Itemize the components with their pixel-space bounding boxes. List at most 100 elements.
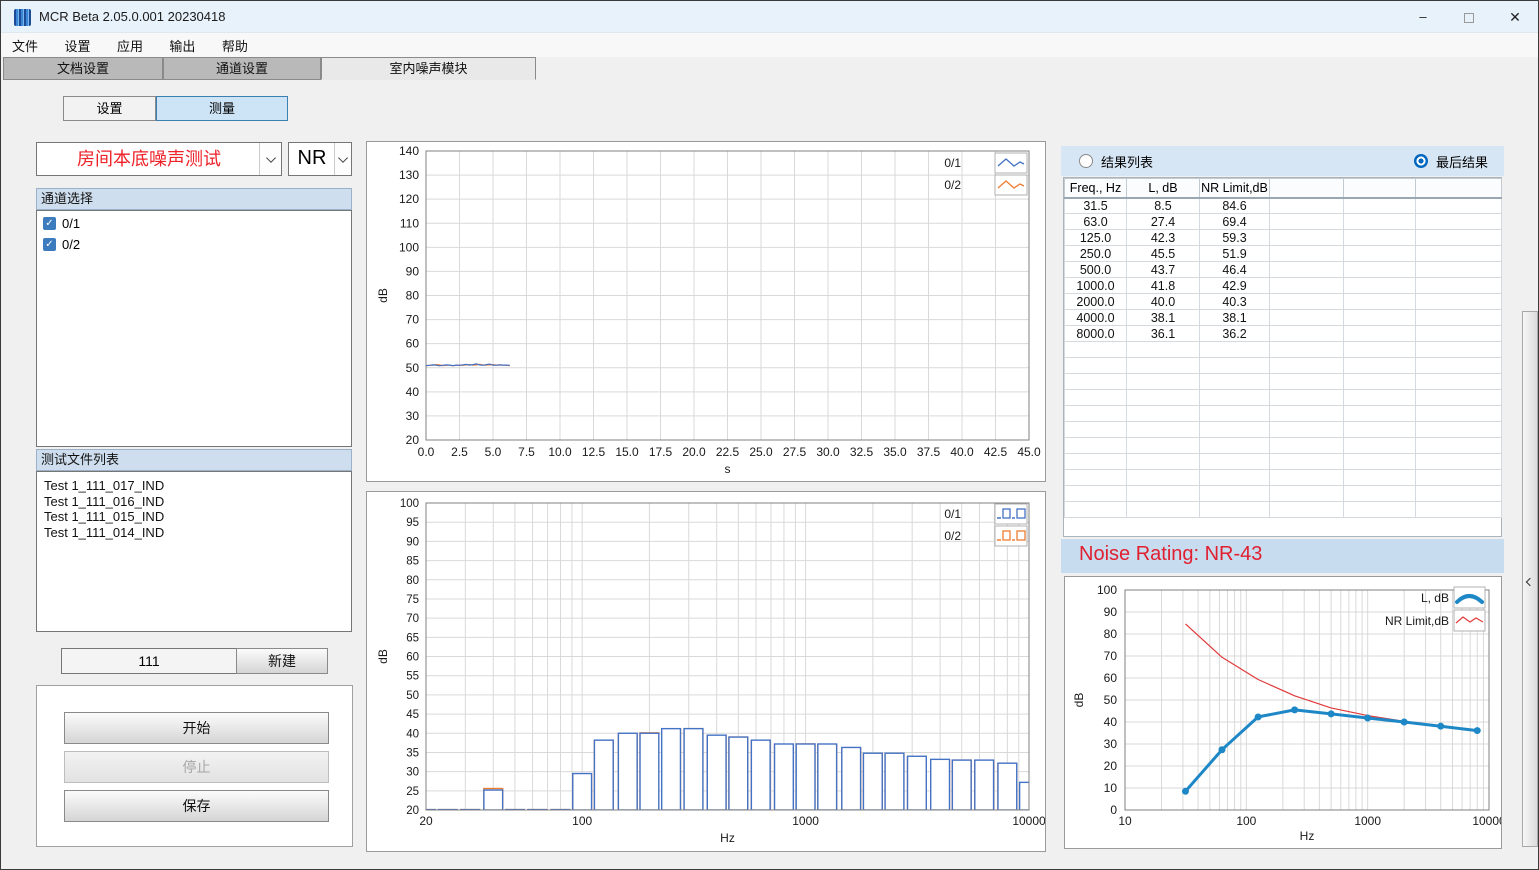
save-button[interactable]: 保存 [64, 790, 329, 822]
file-prefix-input[interactable] [61, 648, 237, 674]
subtab-settings[interactable]: 设置 [63, 96, 156, 121]
test-file-item[interactable]: Test 1_111_017_IND [37, 478, 351, 494]
test-file-item[interactable]: Test 1_111_016_IND [37, 494, 351, 510]
svg-text:0/1: 0/1 [944, 507, 961, 521]
dropdown-arrow-button[interactable] [334, 143, 351, 175]
svg-text:50: 50 [406, 690, 419, 702]
channel-list[interactable]: ✓0/1✓0/2 [36, 210, 352, 447]
svg-text:20: 20 [406, 805, 419, 817]
table-row [1065, 486, 1502, 502]
table-cell [1270, 390, 1344, 406]
menu-file[interactable]: 文件 [1, 33, 49, 58]
svg-text:0.0: 0.0 [418, 445, 435, 459]
svg-text:7.5: 7.5 [518, 445, 535, 459]
tab-document-settings[interactable]: 文档设置 [3, 57, 163, 80]
checkbox-checked-icon[interactable]: ✓ [43, 217, 56, 230]
nr-rating-chart: 010203040506070809010010100100010000HzdB… [1065, 577, 1501, 848]
new-button[interactable]: 新建 [236, 648, 328, 674]
table-cell: 59.3 [1200, 230, 1270, 246]
table-row [1065, 358, 1502, 374]
table-cell [1065, 374, 1127, 390]
svg-text:20.0: 20.0 [682, 445, 706, 459]
table-cell: 125.0 [1065, 230, 1127, 246]
radio-last-result[interactable]: 最后结果 [1414, 146, 1488, 176]
table-cell [1065, 422, 1127, 438]
test-file-item[interactable]: Test 1_111_015_IND [37, 509, 351, 525]
table-cell [1416, 326, 1502, 342]
table-cell [1344, 230, 1416, 246]
table-row: 500.043.746.4 [1065, 262, 1502, 278]
menu-help[interactable]: 帮助 [211, 33, 259, 58]
svg-text:50: 50 [406, 361, 420, 375]
table-cell [1127, 486, 1200, 502]
table-cell: 43.7 [1127, 262, 1200, 278]
table-cell: 31.5 [1065, 198, 1127, 214]
table-cell [1416, 246, 1502, 262]
radio-icon[interactable] [1079, 154, 1093, 168]
test-file-list[interactable]: Test 1_111_017_INDTest 1_111_016_INDTest… [36, 471, 352, 632]
svg-text:40.0: 40.0 [950, 445, 974, 459]
tab-channel-settings[interactable]: 通道设置 [163, 57, 321, 80]
menu-apply[interactable]: 应用 [106, 33, 154, 58]
start-button[interactable]: 开始 [64, 712, 329, 744]
table-cell [1344, 310, 1416, 326]
channel-item[interactable]: ✓0/1 [43, 214, 351, 232]
table-cell [1200, 390, 1270, 406]
collapse-panel-strip[interactable] [1522, 311, 1538, 847]
channel-label: 0/2 [62, 237, 80, 252]
rating-type-dropdown[interactable]: NR [288, 142, 352, 176]
maximize-button[interactable] [1446, 1, 1492, 33]
subtab-measure[interactable]: 测量 [156, 96, 288, 121]
svg-text:75: 75 [406, 594, 419, 606]
table-row [1065, 422, 1502, 438]
table-row [1065, 342, 1502, 358]
dropdown-arrow-button[interactable] [259, 143, 281, 175]
table-header-cell: NR Limit,dB [1200, 179, 1270, 198]
table-cell [1344, 502, 1416, 518]
svg-text:120: 120 [399, 192, 419, 206]
svg-text:90: 90 [1104, 605, 1118, 619]
grid [426, 151, 1029, 440]
minimize-button[interactable]: – [1400, 1, 1446, 33]
table-cell [1200, 422, 1270, 438]
svg-text:110: 110 [400, 216, 419, 230]
table-cell: 8.5 [1127, 198, 1200, 214]
table-cell [1344, 262, 1416, 278]
svg-text:s: s [725, 462, 731, 476]
close-button[interactable]: ✕ [1492, 1, 1538, 33]
checkbox-checked-icon[interactable]: ✓ [43, 238, 56, 251]
table-cell [1344, 278, 1416, 294]
svg-text:45: 45 [406, 709, 419, 721]
test-file-item[interactable]: Test 1_111_014_IND [37, 525, 351, 541]
svg-text:30: 30 [1104, 737, 1118, 751]
test-type-dropdown[interactable]: 房间本底噪声测试 [36, 142, 282, 176]
svg-text:0/2: 0/2 [944, 178, 961, 192]
table-row: 31.58.584.6 [1065, 198, 1502, 214]
radio-result-list[interactable]: 结果列表 [1079, 146, 1153, 176]
table-cell [1416, 486, 1502, 502]
table-row [1065, 502, 1502, 518]
radio-selected-icon[interactable] [1414, 154, 1428, 168]
svg-text:100: 100 [1097, 583, 1117, 597]
table-cell [1200, 454, 1270, 470]
table-cell [1344, 198, 1416, 214]
table-cell [1065, 342, 1127, 358]
table-header-cell [1270, 179, 1344, 198]
channel-item[interactable]: ✓ 0/2 [43, 235, 351, 253]
main-tab-bar: 文档设置 通道设置 室内噪声模块 [1, 57, 1538, 80]
table-cell [1127, 406, 1200, 422]
svg-text:20: 20 [406, 433, 420, 447]
noise-rating-banner: Noise Rating: NR-43 [1061, 539, 1504, 573]
menu-settings[interactable]: 设置 [53, 33, 101, 58]
svg-text:37.5: 37.5 [917, 445, 941, 459]
noise-rating-text: Noise Rating: NR-43 [1079, 543, 1262, 566]
svg-text:20: 20 [419, 814, 433, 828]
table-cell [1416, 310, 1502, 326]
table-header-cell: L, dB [1127, 179, 1200, 198]
svg-text:80: 80 [406, 575, 419, 587]
table-cell [1416, 422, 1502, 438]
tab-indoor-noise-module[interactable]: 室内噪声模块 [321, 57, 536, 80]
svg-text:130: 130 [399, 168, 419, 182]
legend: 0/10/2 [944, 504, 1027, 546]
menu-output[interactable]: 输出 [158, 33, 206, 58]
